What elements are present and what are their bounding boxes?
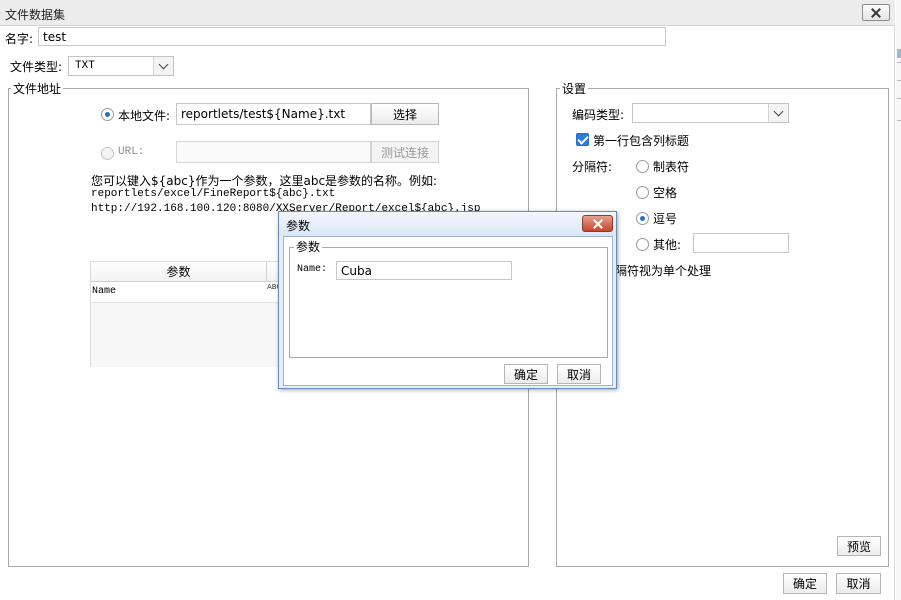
background-window-divider xyxy=(897,98,901,99)
dialog-name-label: Name: xyxy=(297,264,328,275)
close-icon xyxy=(593,220,603,228)
dialog-name-input[interactable] xyxy=(336,261,512,280)
param-row-name: Name xyxy=(92,286,117,297)
delimiter-label: 分隔符: xyxy=(572,160,613,174)
parameter-dialog: 参数 参数 Name: 确定 取消 xyxy=(278,211,617,389)
merge-delimiters-label: 分隔符视为单个处理 xyxy=(603,264,712,278)
file-type-dropdown-button[interactable] xyxy=(153,57,173,75)
dialog-group-label: 参数 xyxy=(294,238,323,255)
delimiter-other-input[interactable] xyxy=(693,233,789,253)
file-type-value: TXT xyxy=(75,60,95,72)
delimiter-tab-radio[interactable] xyxy=(636,160,649,173)
ok-button[interactable]: 确定 xyxy=(783,573,827,594)
name-label: 名字: xyxy=(5,32,34,46)
first-row-header-label: 第一行包含列标题 xyxy=(593,134,690,148)
url-input[interactable] xyxy=(176,141,371,163)
delimiter-other-radio[interactable] xyxy=(636,238,649,251)
background-window-divider xyxy=(897,120,901,121)
local-file-label: 本地文件: xyxy=(118,109,171,123)
dialog-close-button[interactable] xyxy=(582,215,613,232)
encoding-label: 编码类型: xyxy=(572,108,625,122)
delimiter-tab-label: 制表符 xyxy=(653,160,690,174)
test-connection-button[interactable]: 测试连接 xyxy=(371,141,439,163)
background-window-divider xyxy=(897,62,901,63)
delimiter-space-radio[interactable] xyxy=(636,186,649,199)
file-address-group-label: 文件地址 xyxy=(11,80,64,97)
local-file-radio[interactable] xyxy=(101,108,114,121)
close-icon xyxy=(871,9,881,17)
background-window-divider xyxy=(897,80,901,81)
help-text-line2: reportlets/excel/FineReport${abc}.txt xyxy=(91,188,336,200)
delimiter-comma-label: 逗号 xyxy=(653,212,678,226)
encoding-dropdown-button[interactable] xyxy=(768,104,788,122)
delimiter-space-label: 空格 xyxy=(653,186,678,200)
help-text-line1: 您可以键入${abc}作为一个参数，这里abc是参数的名称。例如: xyxy=(91,174,438,188)
dialog-titlebar: 参数 xyxy=(279,212,616,236)
chevron-down-icon xyxy=(773,106,784,116)
file-type-label: 文件类型: xyxy=(10,60,63,74)
param-column-header[interactable]: 参数 xyxy=(91,262,267,282)
url-radio[interactable] xyxy=(101,147,114,160)
window-close-button[interactable] xyxy=(862,4,890,21)
file-type-select[interactable]: TXT xyxy=(68,56,174,76)
window-titlebar: 文件数据集 xyxy=(0,0,895,26)
background-window-marker xyxy=(897,49,901,58)
background-window-edge xyxy=(896,0,901,600)
url-label: URL: xyxy=(118,146,145,158)
name-input[interactable] xyxy=(38,27,666,46)
select-file-button[interactable]: 选择 xyxy=(371,103,439,125)
settings-group-label: 设置 xyxy=(560,80,589,97)
delimiter-comma-radio[interactable] xyxy=(636,212,649,225)
dialog-title: 参数 xyxy=(286,219,311,233)
delimiter-other-label: 其他: xyxy=(653,238,682,252)
dialog-body: 参数 Name: 确定 取消 xyxy=(283,236,613,386)
window-title: 文件数据集 xyxy=(5,8,66,22)
preview-button[interactable]: 预览 xyxy=(837,536,881,556)
dialog-cancel-button[interactable]: 取消 xyxy=(557,364,601,384)
first-row-header-checkbox[interactable] xyxy=(576,133,589,146)
local-file-path-input[interactable] xyxy=(176,103,371,125)
dialog-ok-button[interactable]: 确定 xyxy=(504,364,548,384)
chevron-down-icon xyxy=(158,59,169,69)
cancel-button[interactable]: 取消 xyxy=(836,573,881,594)
encoding-select[interactable] xyxy=(632,103,789,123)
